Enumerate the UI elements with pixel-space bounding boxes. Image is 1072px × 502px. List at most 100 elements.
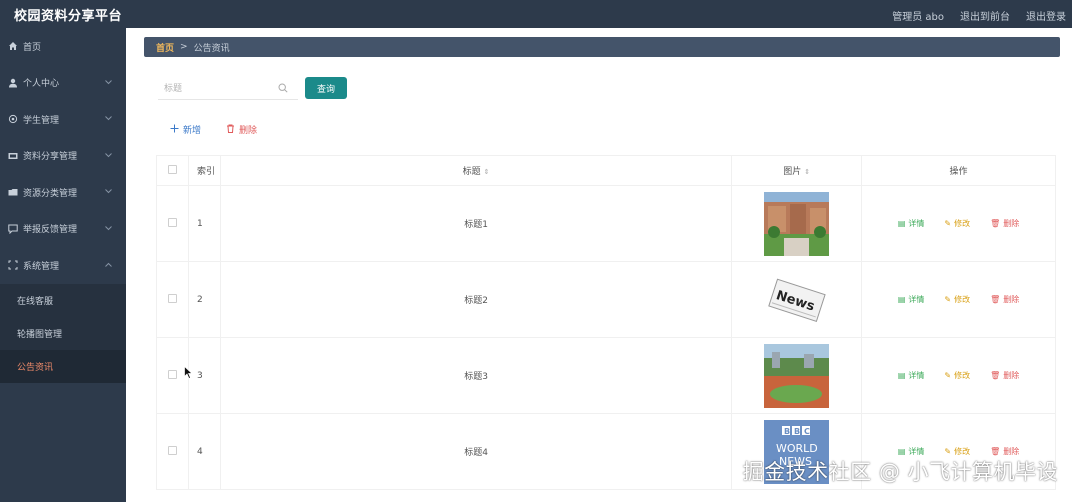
- watermark: 掘金技术社区 @ 小飞计算机毕设: [742, 460, 1058, 484]
- row-checkbox-cell: [156, 413, 189, 490]
- sidebar-subitem-carousel[interactable]: 轮播图管理: [0, 316, 126, 350]
- row-ops: ▤ 详情 ✎ 修改 🗑 删除: [861, 337, 1056, 414]
- logout-link[interactable]: 退出登录: [1026, 8, 1066, 23]
- row-ops: ▤ 详情 ✎ 修改 🗑 删除: [861, 185, 1056, 262]
- to-front-link[interactable]: 退出到前台: [960, 8, 1010, 23]
- row-index: 2: [187, 261, 221, 338]
- detail-label: 详情: [908, 219, 925, 228]
- chevron-down-icon: [105, 114, 112, 124]
- detail-button[interactable]: ▤ 详情: [898, 294, 925, 305]
- sidebar-item-students[interactable]: 学生管理: [0, 101, 126, 138]
- select-all-cell: [156, 155, 189, 186]
- chevron-down-icon: [105, 151, 112, 161]
- chevron-down-icon: [105, 187, 112, 197]
- edit-button[interactable]: ✎ 修改: [944, 294, 970, 305]
- row-checkbox[interactable]: [167, 293, 177, 303]
- sidebar-item-label: 系统管理: [23, 261, 60, 272]
- sidebar-item-category[interactable]: 资源分类管理: [0, 174, 126, 211]
- trash-icon: 🗑: [990, 371, 1001, 380]
- chevron-up-icon: [105, 260, 112, 270]
- header-image[interactable]: 图片 ⇕: [731, 155, 863, 186]
- add-button-label: 新增: [183, 126, 202, 136]
- row-delete-button[interactable]: 🗑 删除: [990, 218, 1019, 229]
- query-button[interactable]: 查询: [305, 77, 347, 99]
- row-delete-button[interactable]: 🗑 删除: [990, 294, 1019, 305]
- add-button[interactable]: 新增: [170, 123, 201, 136]
- folder-icon: [7, 186, 19, 198]
- sidebar-item-home[interactable]: 首页: [0, 28, 126, 65]
- row-title: 标题4: [219, 413, 733, 490]
- table-header-row: 索引 标题 ⇕ 图片 ⇕ 操作: [156, 155, 1056, 186]
- app-title: 校园资料分享平台: [14, 9, 123, 24]
- search-input[interactable]: [158, 78, 298, 100]
- chevron-down-icon: [105, 224, 112, 234]
- sort-icon: ⇕: [804, 168, 811, 176]
- svg-text:B: B: [784, 427, 790, 436]
- news-newspaper-image: News: [764, 267, 830, 332]
- select-all-checkbox[interactable]: [167, 164, 177, 174]
- row-delete-label: 删除: [1003, 219, 1020, 228]
- sidebar-item-report[interactable]: 举报反馈管理: [0, 211, 126, 248]
- header-ops: 操作: [861, 155, 1056, 186]
- row-delete-label: 删除: [1003, 295, 1020, 304]
- row-image-cell: [731, 185, 863, 262]
- sidebar-item-share[interactable]: 资料分享管理: [0, 138, 126, 175]
- row-title: 标题1: [219, 185, 733, 262]
- sidebar-item-system[interactable]: 系统管理: [0, 247, 126, 284]
- trash-icon: 🗑: [990, 447, 1001, 456]
- main-content: 首页 > 公告资讯 查询 新增 删除 索引 标题⇕ 图片⇕ 操作: [126, 28, 1072, 502]
- row-checkbox[interactable]: [167, 369, 177, 379]
- sidebar-item-label: 资料分享管理: [23, 152, 78, 163]
- edit-label: 修改: [954, 219, 971, 228]
- row-title: 标题2: [219, 261, 733, 338]
- row-index: 1: [187, 185, 221, 262]
- admin-user-label: 管理员 abo: [892, 12, 944, 23]
- row-image-cell: News: [731, 261, 863, 338]
- chat-icon: [7, 223, 19, 235]
- row-delete-button[interactable]: 🗑 删除: [990, 370, 1019, 381]
- sidebar-item-label: 举报反馈管理: [23, 225, 78, 236]
- breadcrumb-current: 公告资讯: [193, 43, 230, 54]
- pencil-icon: ✎: [944, 219, 952, 228]
- sort-icon: ⇕: [483, 168, 490, 176]
- edit-label: 修改: [954, 295, 971, 304]
- gear-icon: [7, 113, 19, 125]
- sidebar-item-personal[interactable]: 个人中心: [0, 65, 126, 102]
- batch-delete-button[interactable]: 删除: [226, 123, 257, 136]
- trash-icon: [226, 124, 235, 136]
- sidebar-item-label: 资源分类管理: [23, 188, 78, 199]
- svg-text:WORLD: WORLD: [776, 442, 818, 455]
- table-row: 3 标题3 ▤ 详情 ✎ 修改 🗑 删除: [156, 337, 1056, 414]
- table-row: 2 标题2 News ▤ 详情 ✎ 修改 🗑 删除: [156, 261, 1056, 338]
- detail-label: 详情: [908, 295, 925, 304]
- search-icon: [278, 83, 288, 96]
- header-image-label: 图片: [783, 167, 802, 177]
- sidebar-item-label: 学生管理: [23, 115, 60, 126]
- row-checkbox[interactable]: [167, 217, 177, 227]
- detail-button[interactable]: ▤ 详情: [898, 370, 925, 381]
- row-image-cell: [731, 337, 863, 414]
- breadcrumb-home[interactable]: 首页: [156, 41, 174, 54]
- detail-button[interactable]: ▤ 详情: [898, 218, 925, 229]
- user-icon: [7, 77, 19, 89]
- row-checkbox-cell: [156, 185, 189, 262]
- sports-field-photo: [764, 343, 830, 408]
- breadcrumb: 首页 > 公告资讯: [144, 37, 1060, 57]
- sidebar-subitem-online-service[interactable]: 在线客服: [0, 283, 126, 317]
- edit-button[interactable]: ✎ 修改: [944, 370, 970, 381]
- edit-label: 修改: [954, 371, 971, 380]
- document-icon: ▤: [897, 371, 906, 380]
- trash-icon: 🗑: [990, 219, 1001, 228]
- sidebar-subitem-announcements[interactable]: 公告资讯: [0, 349, 126, 383]
- pencil-icon: ✎: [944, 295, 952, 304]
- header-title[interactable]: 标题 ⇕: [219, 155, 733, 186]
- pencil-icon: ✎: [944, 447, 952, 456]
- top-right-links: 管理员 abo 退出到前台 退出登录: [892, 8, 1066, 23]
- row-checkbox[interactable]: [167, 445, 177, 455]
- pencil-icon: ✎: [944, 371, 952, 380]
- table-row: 1 标题1 ▤ 详情 ✎ 修改 🗑 删除: [156, 185, 1056, 262]
- row-delete-label: 删除: [1003, 371, 1020, 380]
- header-title-label: 标题: [462, 167, 481, 177]
- search-box: [158, 78, 298, 100]
- edit-button[interactable]: ✎ 修改: [944, 218, 970, 229]
